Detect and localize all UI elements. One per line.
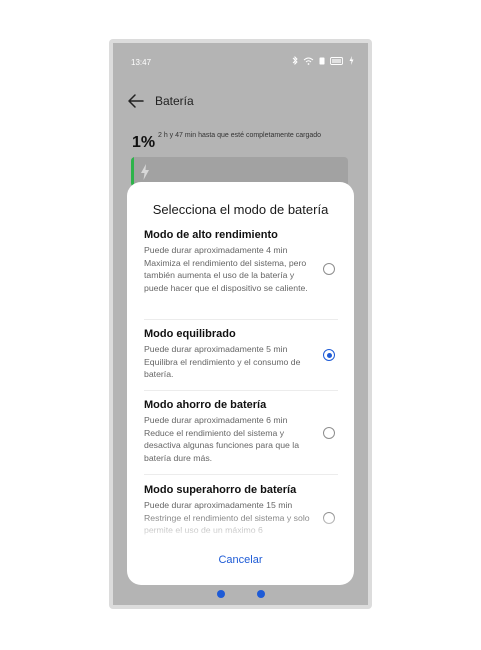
charge-time-text: 2 h y 47 min hasta que esté completament…	[158, 132, 322, 139]
status-time: 13:47	[131, 58, 152, 67]
bluetooth-icon	[292, 56, 298, 65]
divider	[144, 474, 338, 475]
option-balanced[interactable]: Modo equilibrado Puede durar aproximadam…	[144, 328, 338, 381]
battery-percent: 1%	[132, 134, 156, 151]
scroll-fade	[127, 512, 354, 540]
bolt-icon	[141, 164, 149, 180]
option-title: Modo ahorro de batería	[144, 399, 267, 411]
cancel-button[interactable]: Cancelar	[127, 554, 354, 566]
divider	[144, 319, 338, 320]
option-battery-saver[interactable]: Modo ahorro de batería Puede durar aprox…	[144, 399, 338, 464]
wifi-icon	[303, 57, 314, 65]
battery-mode-dialog: Selecciona el modo de batería Modo de al…	[127, 182, 354, 585]
page-title: Batería	[155, 94, 194, 108]
sim-icon	[319, 57, 325, 64]
charging-icon	[349, 56, 354, 65]
option-title: Modo de alto rendimiento	[144, 229, 278, 241]
option-title: Modo equilibrado	[144, 328, 236, 340]
radio-battery-saver[interactable]	[323, 427, 335, 439]
toggle-dot-right	[257, 590, 265, 598]
option-description: Puede durar aproximadamente 4 min Maximi…	[144, 245, 308, 293]
header: Batería	[113, 89, 368, 113]
option-high-performance[interactable]: Modo de alto rendimiento Puede durar apr…	[144, 229, 338, 294]
back-arrow-icon[interactable]	[127, 93, 145, 109]
option-description: Puede durar aproximadamente 6 min Reduce…	[144, 415, 300, 463]
status-bar: 13:47	[113, 43, 368, 81]
toggle-dot-left	[217, 590, 225, 598]
status-icons	[292, 56, 354, 65]
radio-balanced[interactable]	[323, 349, 335, 361]
battery-icon	[330, 56, 343, 65]
option-title: Modo superahorro de batería	[144, 484, 297, 496]
bottom-toggle	[217, 587, 265, 601]
dialog-title: Selecciona el modo de batería	[152, 202, 329, 217]
divider	[144, 390, 338, 391]
battery-level-fill	[131, 157, 134, 187]
option-description: Puede durar aproximadamente 5 min Equili…	[144, 344, 301, 379]
radio-high-performance[interactable]	[323, 263, 335, 275]
